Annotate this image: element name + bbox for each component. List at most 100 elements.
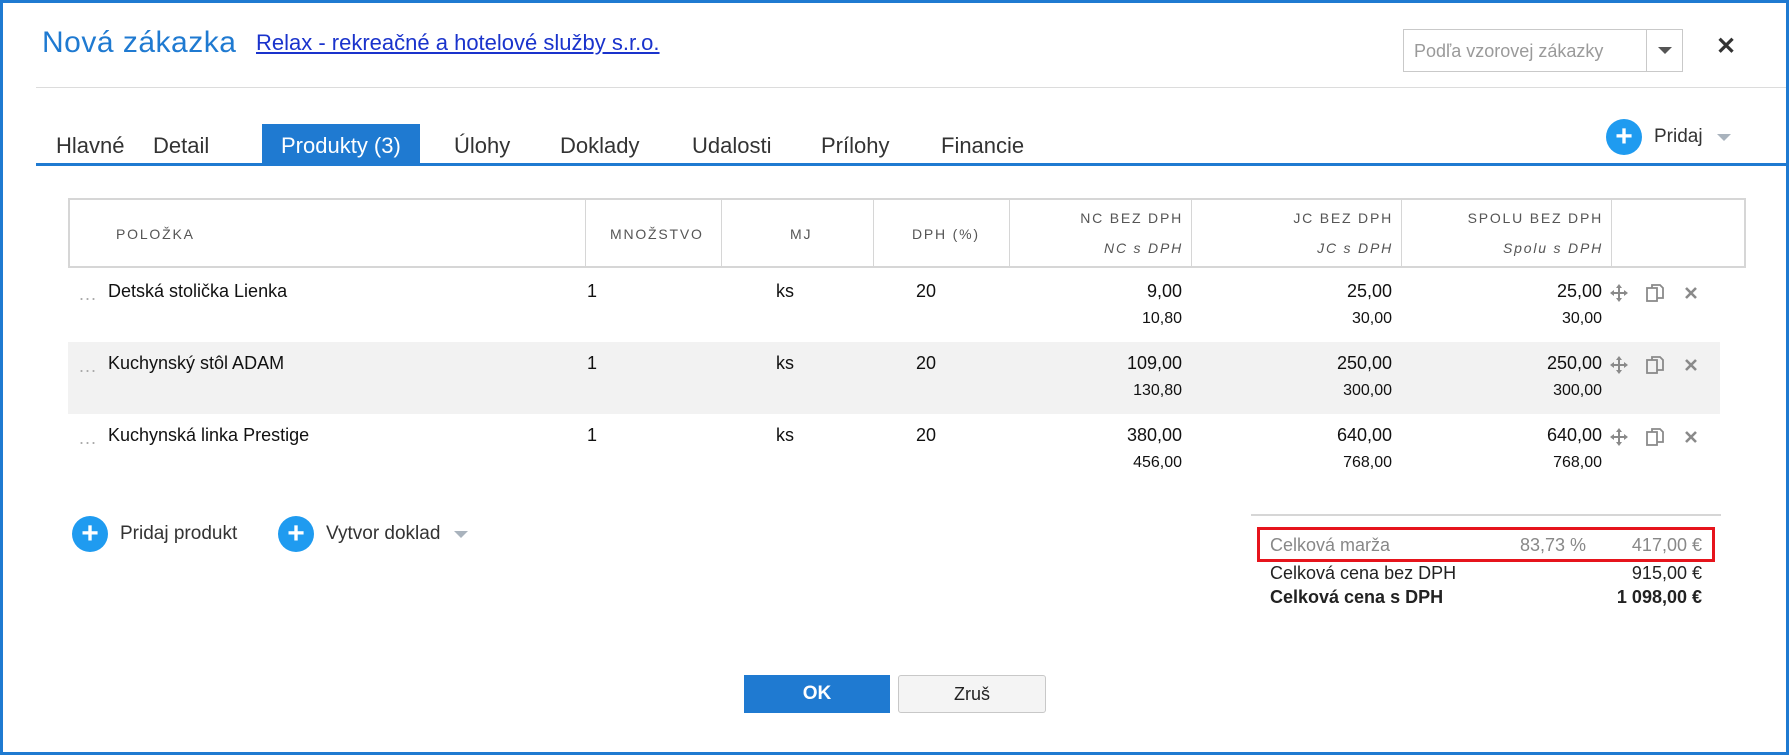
tab-udalosti[interactable]: Udalosti [692,124,771,163]
tab-financie[interactable]: Financie [941,124,1024,163]
tab-bar: Hlavné Detail Produkty (3) Úlohy Doklady… [36,124,1789,166]
summary-gross-row: Celková cena s DPH 1 098,00 € [1270,587,1702,609]
summary-gross-value: 1 098,00 € [1616,587,1702,607]
column-header-nc-vat-label: NC s DPH [1104,240,1183,256]
column-header-item: POLOŽKA [70,200,586,266]
summary-net-row: Celková cena bez DPH 915,00 € [1270,563,1702,585]
summary-net-label: Celková cena bez DPH [1270,563,1457,583]
row-jc-vat: 300,00 [1343,382,1392,399]
summary-margin-pct: 83,73 % [1519,535,1586,555]
row-unit: ks [776,281,794,301]
row-jc-vat: 768,00 [1343,454,1392,471]
tab-detail[interactable]: Detail [153,124,209,163]
summary-net-value: 915,00 € [1631,563,1702,583]
row-handle-icon[interactable]: ... [79,428,97,449]
add-product-label: Pridaj produkt [120,523,238,544]
column-header-jc-vat-label: JC s DPH [1317,240,1393,256]
column-header-item-label: POLOŽKA [116,226,195,242]
delete-icon[interactable] [1680,282,1702,304]
column-header-unit: MJ [722,200,874,266]
column-header-jc: JC BEZ DPH JC s DPH [1192,200,1402,266]
delete-icon[interactable] [1680,426,1702,448]
move-icon[interactable] [1608,354,1630,376]
header-divider [36,87,1786,88]
column-header-quantity: MNOŽSTVO [586,200,722,266]
copy-icon[interactable] [1644,354,1666,376]
plus-icon: + [278,516,314,552]
row-nc-vat: 10,80 [1141,310,1182,327]
row-jc: 640,00 [1336,425,1392,445]
column-header-total: SPOLU BEZ DPH Spolu s DPH [1402,200,1612,266]
table-header: POLOŽKA MNOŽSTVO MJ DPH (%) NC BEZ DPH N… [68,198,1746,268]
row-nc-vat: 130,80 [1133,382,1182,399]
row-vat: 20 [916,353,937,373]
move-icon[interactable] [1608,282,1630,304]
column-header-vat: DPH (%) [874,200,1010,266]
column-header-total-vat-label: Spolu s DPH [1503,240,1603,256]
close-icon[interactable]: ✕ [1716,32,1736,61]
copy-icon[interactable] [1644,282,1666,304]
row-total-vat: 768,00 [1553,454,1602,471]
table-row[interactable]: ... Detská stolička Lienka 1 ks 20 9,00 … [68,270,1720,342]
row-handle-icon[interactable]: ... [79,284,97,305]
row-total: 640,00 [1546,425,1602,445]
column-header-quantity-label: MNOŽSTVO [610,226,704,242]
chevron-down-icon[interactable] [1716,133,1731,141]
column-header-actions [1612,200,1744,266]
tab-hlavne[interactable]: Hlavné [56,124,124,163]
row-quantity: 1 [587,353,598,373]
row-quantity: 1 [587,281,598,301]
row-total: 25,00 [1556,281,1602,301]
cancel-button[interactable]: Zruš [898,675,1046,713]
move-icon[interactable] [1608,426,1630,448]
column-header-nc-label: NC BEZ DPH [1080,210,1183,226]
tab-produkty[interactable]: Produkty (3) [262,124,420,163]
row-vat: 20 [916,281,937,301]
ok-button[interactable]: OK [744,675,890,713]
summary-margin-value: 417,00 € [1631,535,1702,555]
row-nc-vat: 456,00 [1133,454,1182,471]
create-document-label: Vytvor doklad [326,523,441,544]
summary-divider [1251,514,1721,516]
summary-margin-label: Celková marža [1270,535,1391,555]
column-header-total-label: SPOLU BEZ DPH [1467,210,1603,226]
row-jc-vat: 30,00 [1351,310,1392,327]
row-total-vat: 300,00 [1553,382,1602,399]
row-nc: 380,00 [1126,425,1182,445]
column-header-jc-label: JC BEZ DPH [1293,210,1393,226]
row-name: Kuchynská linka Prestige [108,425,310,445]
row-nc: 9,00 [1146,281,1182,301]
row-name: Kuchynský stôl ADAM [108,353,285,373]
row-total: 250,00 [1546,353,1602,373]
column-header-nc: NC BEZ DPH NC s DPH [1010,200,1192,266]
add-button[interactable]: + Pridaj [1606,119,1731,155]
dialog-title: Nová zákazka [42,26,237,59]
row-unit: ks [776,425,794,445]
template-select-placeholder: Podľa vzorovej zákazky [1414,41,1604,61]
plus-icon: + [1606,119,1642,155]
row-total-vat: 30,00 [1561,310,1602,327]
template-select[interactable]: Podľa vzorovej zákazky [1403,29,1683,72]
row-name: Detská stolička Lienka [108,281,288,301]
create-document-button[interactable]: + Vytvor doklad [278,516,469,552]
company-link[interactable]: Relax - rekreačné a hotelové služby s.r.… [256,30,660,56]
table-row[interactable]: ... Kuchynská linka Prestige 1 ks 20 380… [68,414,1720,486]
tab-prilohy[interactable]: Prílohy [821,124,889,163]
column-header-vat-label: DPH (%) [912,226,980,242]
summary-margin-row: Celková marža 83,73 % 417,00 € [1270,535,1702,557]
row-vat: 20 [916,425,937,445]
delete-icon[interactable] [1680,354,1702,376]
tab-ulohy[interactable]: Úlohy [454,124,510,163]
chevron-down-icon[interactable] [1646,30,1682,71]
tab-doklady[interactable]: Doklady [560,124,639,163]
plus-icon: + [72,516,108,552]
row-jc: 250,00 [1336,353,1392,373]
chevron-down-icon[interactable] [454,530,469,538]
row-quantity: 1 [587,425,598,445]
copy-icon[interactable] [1644,426,1666,448]
add-product-button[interactable]: + Pridaj produkt [72,516,237,552]
row-nc: 109,00 [1126,353,1182,373]
row-handle-icon[interactable]: ... [79,356,97,377]
table-row[interactable]: ... Kuchynský stôl ADAM 1 ks 20 109,00 1… [68,342,1720,414]
add-button-label: Pridaj [1654,126,1703,147]
